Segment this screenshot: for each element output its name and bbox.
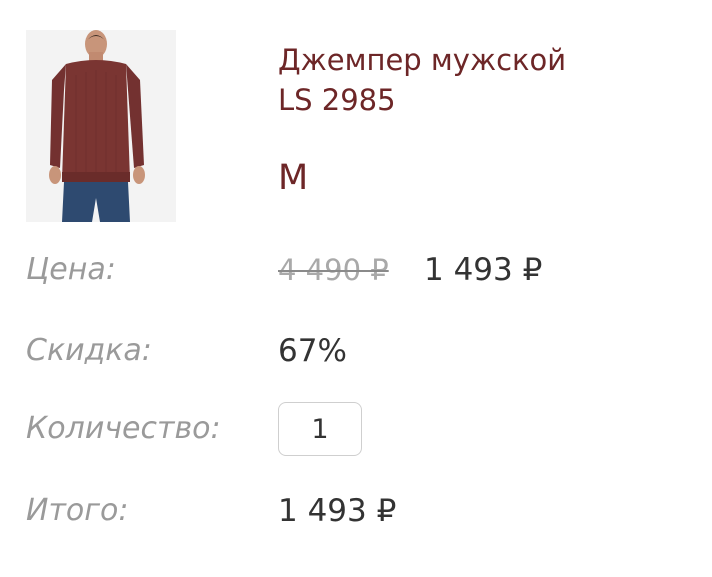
sweater-photo-icon xyxy=(26,30,176,222)
discount-label: Скидка: xyxy=(26,333,152,368)
product-title[interactable]: Джемпер мужской LS 2985 xyxy=(278,40,688,120)
old-price: 4 490 ₽ xyxy=(278,253,389,287)
price-label: Цена: xyxy=(26,252,116,287)
quantity-input[interactable]: 1 xyxy=(278,402,362,456)
product-image[interactable] xyxy=(26,30,176,222)
product-size: M xyxy=(278,158,309,198)
total-value: 1 493 ₽ xyxy=(278,493,397,529)
discount-value: 67% xyxy=(278,333,347,369)
product-title-line2: LS 2985 xyxy=(278,83,396,117)
quantity-label: Количество: xyxy=(26,411,221,446)
new-price: 1 493 ₽ xyxy=(424,252,543,288)
total-label: Итого: xyxy=(26,493,129,528)
product-title-line1: Джемпер мужской xyxy=(278,43,567,77)
